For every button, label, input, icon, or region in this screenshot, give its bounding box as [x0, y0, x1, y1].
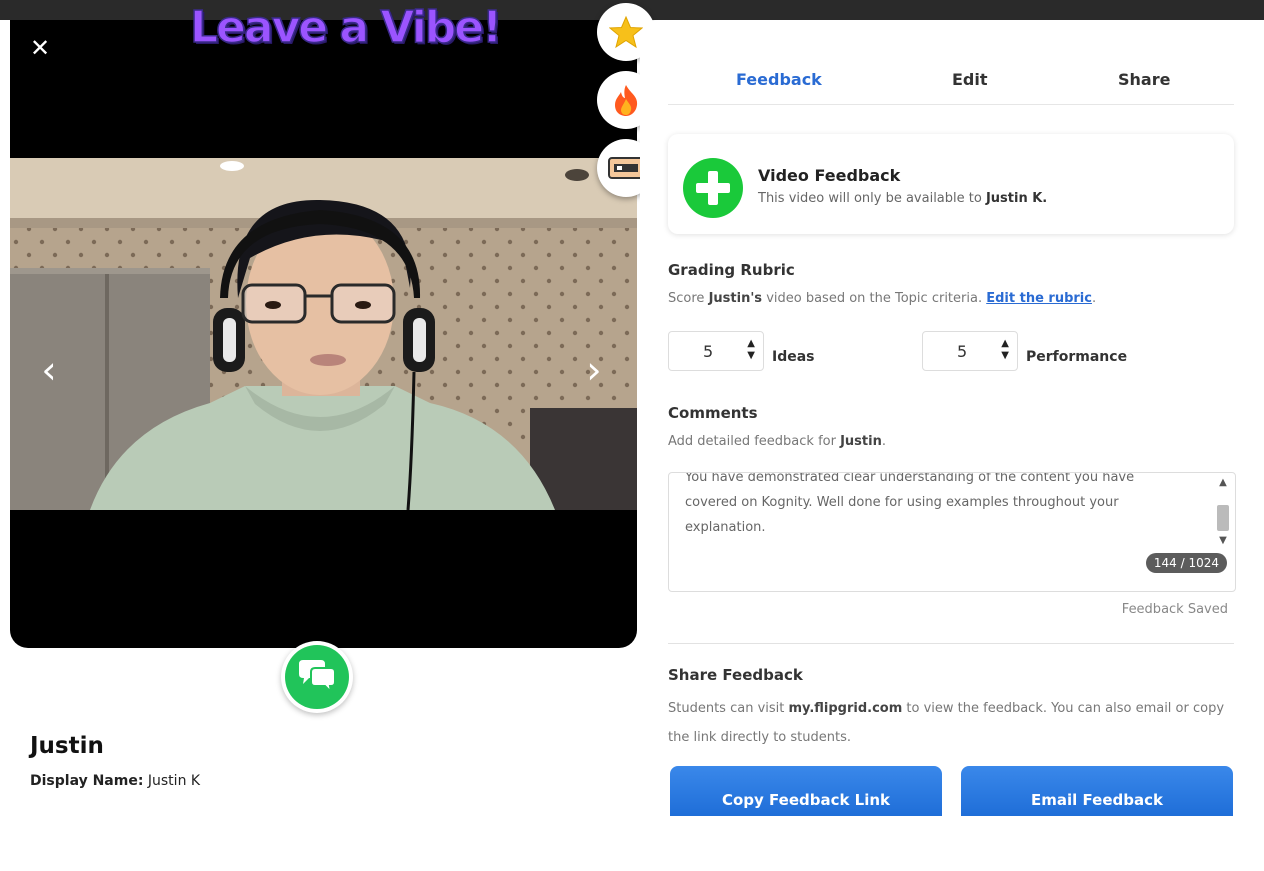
copy-feedback-link-button[interactable]: Copy Feedback Link	[670, 766, 942, 816]
comments-title: Comments	[668, 404, 758, 422]
fire-icon	[615, 85, 638, 116]
ideas-label: Ideas	[772, 349, 815, 365]
stepper-arrows-icon[interactable]: ▲ ▼	[747, 338, 755, 362]
comments-textarea[interactable]: You have demonstrated clear understandin…	[668, 472, 1236, 592]
student-name: Justin	[30, 733, 104, 759]
scroll-thumb[interactable]	[1217, 505, 1229, 531]
feedback-saved-status: Feedback Saved	[1121, 602, 1228, 617]
next-video-arrow-icon[interactable]: ›	[579, 350, 609, 390]
tab-edit[interactable]: Edit	[952, 70, 988, 89]
sticker-card-icon	[608, 157, 644, 179]
add-video-feedback-button[interactable]	[683, 158, 743, 218]
video-feedback-subtitle: This video will only be available to Jus…	[758, 191, 1048, 206]
comment-button[interactable]	[281, 641, 353, 713]
chat-bubbles-icon	[285, 645, 349, 709]
close-button[interactable]: ✕	[28, 34, 52, 62]
scroll-up-icon[interactable]: ▲	[1215, 477, 1231, 491]
flipgrid-site: my.flipgrid.com	[788, 701, 903, 716]
video-player[interactable]: ✕ ‹ ›	[10, 20, 637, 648]
display-name-label: Display Name:	[30, 773, 144, 789]
performance-score-stepper[interactable]: 5 ▲ ▼	[922, 331, 1018, 371]
video-feedback-title: Video Feedback	[758, 166, 901, 185]
grading-rubric-subtitle: Score Justin's video based on the Topic …	[668, 291, 1097, 306]
feedback-panel: Feedback Edit Share Video Feedback This …	[640, 20, 1264, 871]
leave-a-vibe-title: Leave a Vibe!	[189, 1, 503, 54]
share-feedback-text: Students can visit my.flipgrid.com to vi…	[668, 701, 1225, 745]
webcam-video-image	[10, 158, 637, 510]
grading-rubric-title: Grading Rubric	[668, 261, 795, 279]
performance-score-value: 5	[957, 342, 968, 361]
email-feedback-button[interactable]: Email Feedback	[961, 766, 1233, 816]
video-frame[interactable]	[10, 158, 637, 510]
star-icon	[609, 15, 643, 49]
comments-text[interactable]: You have demonstrated clear understandin…	[685, 473, 1185, 540]
performance-label: Performance	[1026, 349, 1128, 365]
comments-subtitle: Add detailed feedback for Justin.	[668, 434, 886, 449]
stepper-arrows-icon[interactable]: ▲ ▼	[1001, 338, 1009, 362]
video-feedback-card[interactable]: Video Feedback This video will only be a…	[668, 134, 1234, 234]
display-name-value: Justin K	[147, 773, 201, 789]
tab-share[interactable]: Share	[1118, 70, 1170, 89]
character-count-badge: 144 / 1024	[1145, 553, 1227, 573]
share-feedback-title: Share Feedback	[668, 666, 803, 684]
tab-bar: Feedback Edit Share	[668, 70, 1234, 105]
scroll-down-icon[interactable]: ▼	[1215, 535, 1231, 549]
plus-icon	[696, 171, 730, 205]
previous-video-arrow-icon[interactable]: ‹	[34, 350, 64, 390]
comments-scrollbar[interactable]: ▲ ▼	[1215, 477, 1231, 549]
ideas-score-stepper[interactable]: 5 ▲ ▼	[668, 331, 764, 371]
display-name-row: Display Name: Justin K	[30, 773, 200, 789]
tab-feedback[interactable]: Feedback	[736, 70, 822, 89]
divider	[668, 643, 1234, 644]
edit-rubric-link[interactable]: Edit the rubric	[986, 291, 1092, 306]
ideas-score-value: 5	[703, 342, 714, 361]
